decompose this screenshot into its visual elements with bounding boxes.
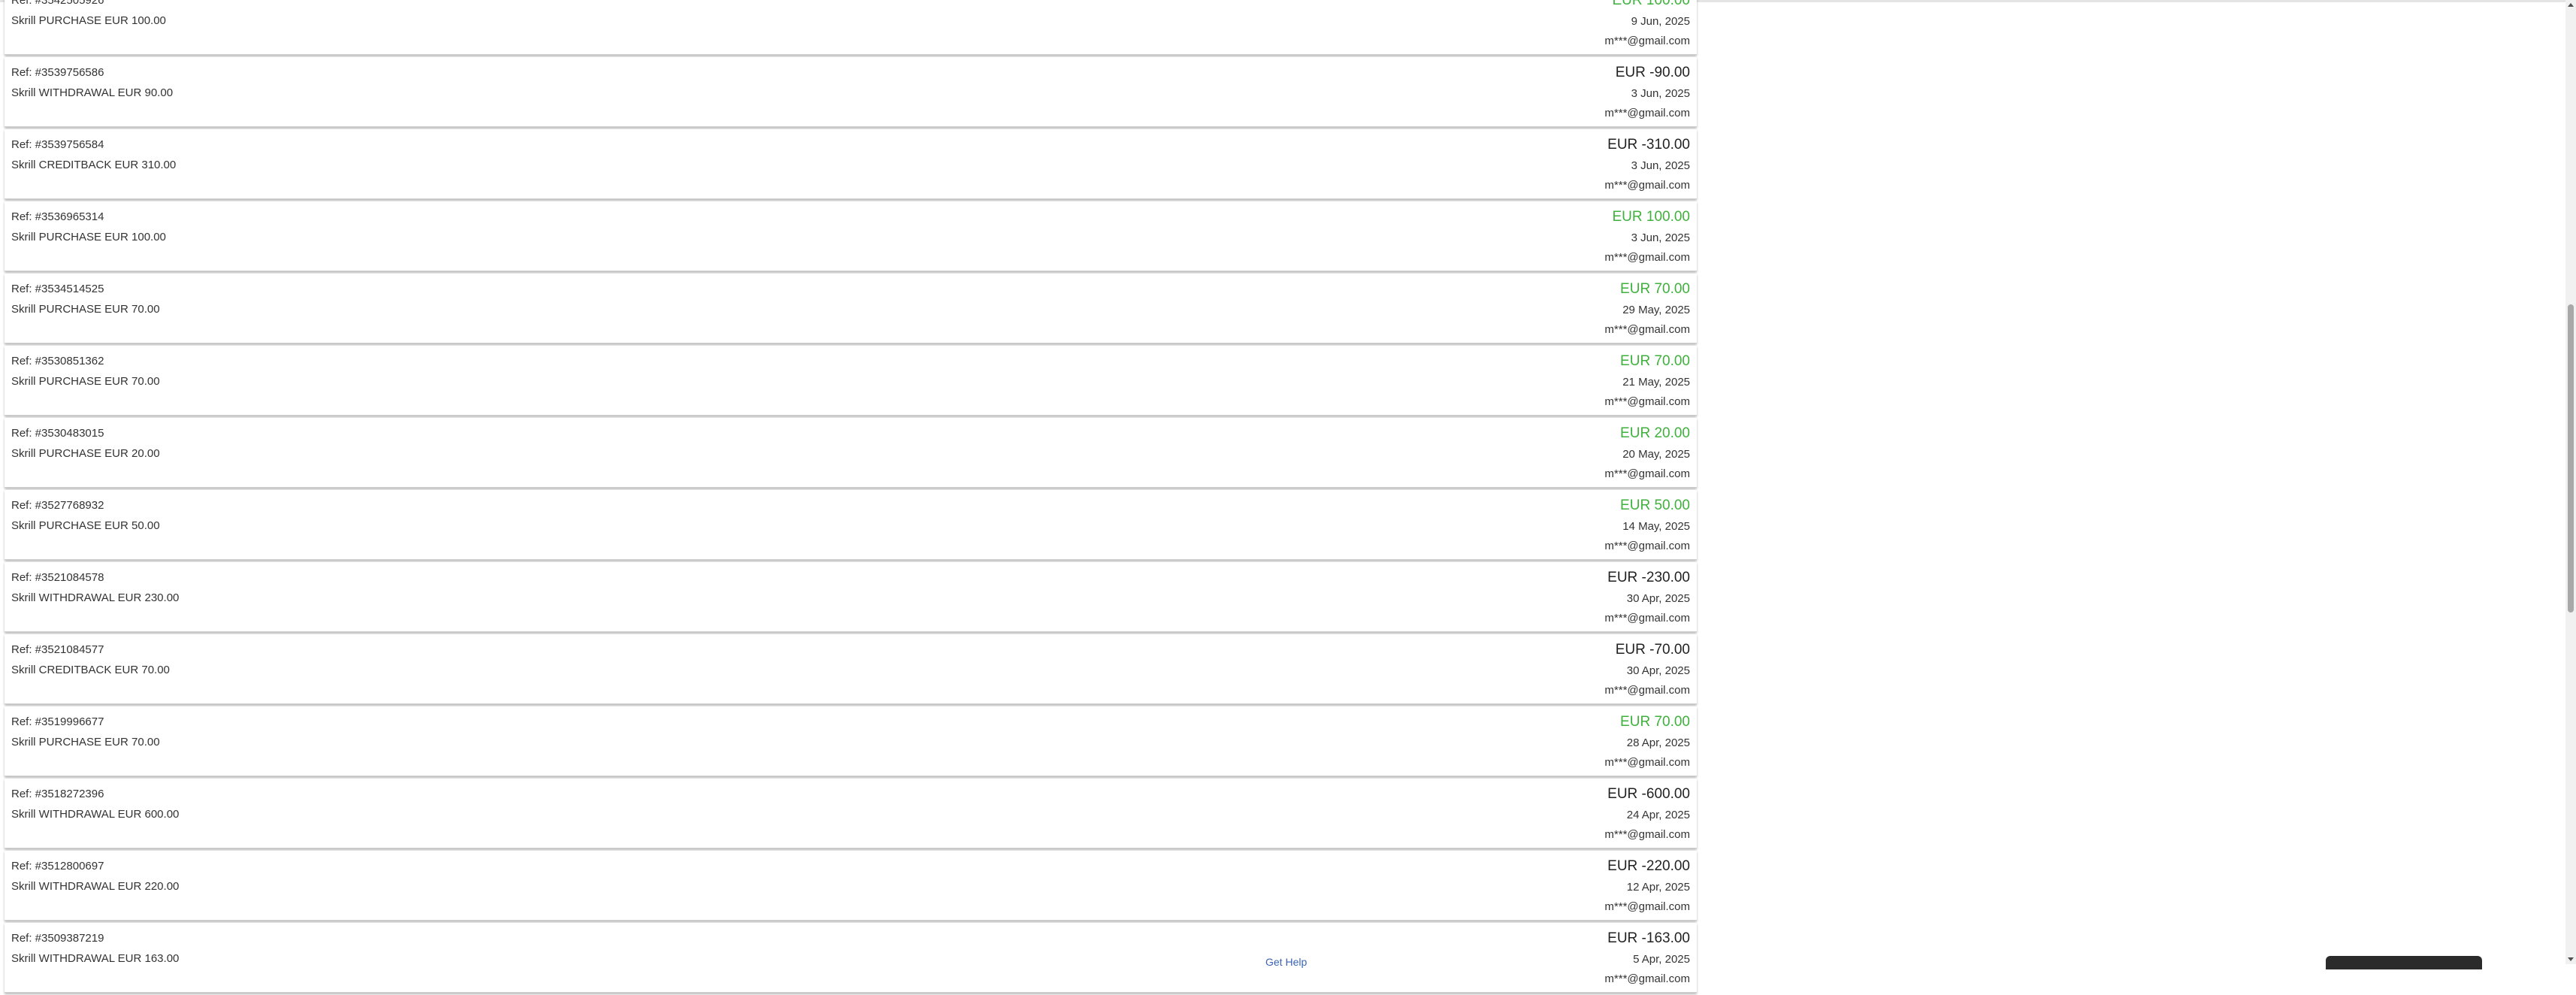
transaction-date: 29 May, 2025: [1622, 304, 1690, 316]
transaction-row[interactable]: Ref: #3542505926 Skrill PURCHASE EUR 100.…: [5, 0, 1697, 55]
transaction-amount: EUR -600.00: [1607, 786, 1690, 802]
transaction-row[interactable]: Ref: #3530851362 Skrill PURCHASE EUR 70.0…: [5, 346, 1697, 416]
transaction-amount: EUR -230.00: [1607, 570, 1690, 585]
transaction-amount: EUR 70.00: [1620, 714, 1690, 730]
transaction-ref: Ref: #3539756586: [11, 66, 104, 79]
transaction-description: Skrill WITHDRAWAL EUR 230.00: [11, 591, 180, 604]
transaction-amount: EUR -70.00: [1615, 642, 1690, 658]
transaction-ref: Ref: #3527768932: [11, 499, 104, 512]
transaction-email: m***@gmail.com: [1604, 395, 1690, 408]
transaction-date: 30 Apr, 2025: [1626, 592, 1690, 605]
transaction-email: m***@gmail.com: [1604, 540, 1690, 552]
transaction-description: Skrill PURCHASE EUR 70.00: [11, 736, 160, 749]
transaction-description: Skrill PURCHASE EUR 70.00: [11, 303, 160, 316]
transaction-ref: Ref: #3519996677: [11, 715, 104, 728]
transaction-description: Skrill WITHDRAWAL EUR 90.00: [11, 86, 174, 99]
transaction-date: 30 Apr, 2025: [1626, 664, 1690, 677]
transaction-email: m***@gmail.com: [1604, 612, 1690, 625]
transaction-list: Ref: #3542505926 Skrill PURCHASE EUR 100.…: [5, 0, 1697, 995]
transaction-ref: Ref: #3521084578: [11, 571, 104, 584]
transaction-row[interactable]: Ref: #3521084577 Skrill CREDITBACK EUR 70…: [5, 634, 1697, 704]
transaction-amount: EUR 70.00: [1620, 281, 1690, 297]
transaction-ref: Ref: #3534514525: [11, 283, 104, 295]
transaction-description: Skrill PURCHASE EUR 50.00: [11, 519, 160, 532]
transaction-description: Skrill CREDITBACK EUR 310.00: [11, 159, 177, 171]
transaction-amount: EUR 100.00: [1612, 0, 1690, 8]
transaction-row[interactable]: Ref: #3521084578 Skrill WITHDRAWAL EUR 23…: [5, 562, 1697, 632]
transaction-description: Skrill PURCHASE EUR 20.00: [11, 447, 160, 460]
transaction-row[interactable]: Ref: #3519996677 Skrill PURCHASE EUR 70.0…: [5, 706, 1697, 776]
transaction-ref: Ref: #3521084577: [11, 643, 104, 656]
transaction-email: m***@gmail.com: [1604, 467, 1690, 480]
transaction-email: m***@gmail.com: [1604, 756, 1690, 769]
transaction-date: 14 May, 2025: [1622, 520, 1690, 533]
transaction-date: 3 Jun, 2025: [1631, 231, 1690, 244]
transaction-ref: Ref: #3539756584: [11, 138, 104, 151]
transaction-amount: EUR -90.00: [1615, 65, 1690, 80]
transaction-description: Skrill PURCHASE EUR 100.00: [11, 231, 166, 243]
transaction-email: m***@gmail.com: [1604, 828, 1690, 841]
transaction-date: 3 Jun, 2025: [1631, 87, 1690, 100]
transaction-email: m***@gmail.com: [1604, 972, 1690, 985]
transaction-amount: EUR -163.00: [1607, 930, 1690, 946]
transaction-amount: EUR 50.00: [1620, 498, 1690, 513]
scrollbar-thumb[interactable]: [2568, 304, 2574, 612]
transaction-description: Skrill CREDITBACK EUR 70.00: [11, 664, 170, 676]
transaction-description: Skrill PURCHASE EUR 70.00: [11, 375, 160, 388]
transaction-date: 24 Apr, 2025: [1626, 809, 1690, 821]
transaction-date: 5 Apr, 2025: [1633, 953, 1690, 966]
transaction-row[interactable]: Ref: #3527768932 Skrill PURCHASE EUR 50.0…: [5, 490, 1697, 560]
transaction-email: m***@gmail.com: [1604, 323, 1690, 336]
transaction-description: Skrill WITHDRAWAL EUR 600.00: [11, 808, 180, 821]
transaction-amount: EUR -220.00: [1607, 858, 1690, 874]
transaction-row[interactable]: Ref: #3509387219 Skrill WITHDRAWAL EUR 16…: [5, 923, 1697, 993]
transaction-email: m***@gmail.com: [1604, 35, 1690, 47]
transaction-row[interactable]: Ref: #3530483015 Skrill PURCHASE EUR 20.0…: [5, 418, 1697, 488]
transaction-row[interactable]: Ref: #3512800697 Skrill WITHDRAWAL EUR 22…: [5, 851, 1697, 921]
transaction-amount: EUR 20.00: [1620, 425, 1690, 441]
transaction-date: 21 May, 2025: [1622, 376, 1690, 389]
transaction-row[interactable]: Ref: #3539756584 Skrill CREDITBACK EUR 31…: [5, 129, 1697, 199]
transaction-description: Skrill PURCHASE EUR 100.00: [11, 14, 166, 27]
transaction-ref: Ref: #3530851362: [11, 355, 104, 367]
transaction-email: m***@gmail.com: [1604, 251, 1690, 264]
transaction-date: 28 Apr, 2025: [1626, 736, 1690, 749]
scroll-up-icon[interactable]: [2568, 3, 2574, 7]
transaction-ref: Ref: #3530483015: [11, 427, 104, 440]
transaction-ref: Ref: #3542505926: [11, 0, 104, 7]
transaction-ref: Ref: #3512800697: [11, 860, 104, 873]
scrollbar[interactable]: [2565, 0, 2576, 964]
transaction-date: 3 Jun, 2025: [1631, 159, 1690, 172]
transaction-row[interactable]: Ref: #3518272396 Skrill WITHDRAWAL EUR 60…: [5, 779, 1697, 848]
transaction-date: 20 May, 2025: [1622, 448, 1690, 461]
transaction-row[interactable]: Ref: #3539756586 Skrill WITHDRAWAL EUR 90…: [5, 57, 1697, 127]
transaction-date: 9 Jun, 2025: [1631, 15, 1690, 28]
transaction-amount: EUR 70.00: [1620, 353, 1690, 369]
transaction-amount: EUR -310.00: [1607, 137, 1690, 153]
transaction-description: Skrill WITHDRAWAL EUR 220.00: [11, 880, 180, 893]
transaction-date: 12 Apr, 2025: [1626, 881, 1690, 894]
transaction-email: m***@gmail.com: [1604, 107, 1690, 119]
help-link[interactable]: Get Help: [1265, 956, 1307, 968]
chat-widget[interactable]: [2326, 956, 2482, 969]
transaction-row[interactable]: Ref: #3534514525 Skrill PURCHASE EUR 70.0…: [5, 274, 1697, 343]
transaction-email: m***@gmail.com: [1604, 900, 1690, 913]
transaction-email: m***@gmail.com: [1604, 179, 1690, 192]
scroll-down-icon[interactable]: [2568, 957, 2574, 961]
transaction-row[interactable]: Ref: #3536965314 Skrill PURCHASE EUR 100.…: [5, 201, 1697, 271]
transaction-ref: Ref: #3518272396: [11, 788, 104, 800]
transaction-amount: EUR 100.00: [1612, 209, 1690, 225]
transaction-description: Skrill WITHDRAWAL EUR 163.00: [11, 952, 180, 965]
transaction-ref: Ref: #3509387219: [11, 932, 104, 945]
transaction-email: m***@gmail.com: [1604, 684, 1690, 697]
transaction-ref: Ref: #3536965314: [11, 210, 104, 223]
